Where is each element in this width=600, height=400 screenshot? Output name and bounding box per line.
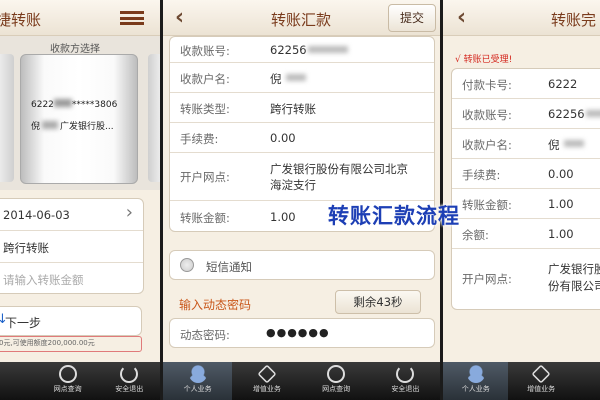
tab-personal[interactable]: 个人业务 bbox=[443, 362, 509, 400]
detail-row: 手续费: 0.00 bbox=[452, 159, 600, 189]
chevron-right-icon: › bbox=[125, 202, 133, 223]
person-icon bbox=[466, 365, 485, 383]
sms-notify[interactable]: 短信通知 bbox=[169, 250, 435, 280]
tab-value-added[interactable]: 增值业务 bbox=[232, 362, 301, 400]
location-icon bbox=[58, 365, 77, 383]
result-details: 付款卡号: 6222 收款账号: 62256 收款户名: 倪 手续费: 0.00… bbox=[451, 68, 600, 310]
payee-selector: 收款方选择 6222 *****3806 倪广发银行股... bbox=[0, 36, 160, 190]
tab-bar: 个人业务 增值业务 bbox=[443, 362, 600, 400]
tab-value-added[interactable]: 增值业务 bbox=[508, 362, 573, 400]
next-button[interactable]: ↓ 下一步 bbox=[0, 306, 142, 336]
transfer-type: 跨行转账 bbox=[3, 241, 49, 255]
detail-row: 手续费: 0.00 bbox=[170, 123, 434, 153]
navbar: 捷转账 bbox=[0, 0, 160, 36]
cube-icon bbox=[257, 364, 277, 384]
tab-bar: 个人业务 增值业务 网点查询 安全退出 bbox=[163, 362, 440, 400]
card-holder: 倪广发银行股... bbox=[31, 121, 114, 132]
location-icon bbox=[327, 365, 346, 383]
detail-row: 收款户名: 倪 bbox=[452, 129, 600, 159]
detail-row: 收款账号: 62256 bbox=[452, 99, 600, 129]
navbar: ‹ 转账完 bbox=[443, 0, 600, 36]
tab-logout[interactable]: 安全退出 bbox=[371, 362, 440, 400]
detail-row: 收款账号: 62256 bbox=[170, 37, 434, 63]
power-icon bbox=[396, 365, 415, 383]
amount-row[interactable]: 请输入转账金额 bbox=[0, 263, 143, 293]
next-button-label: 下一步 bbox=[5, 316, 42, 330]
accepted-notice: √ 转账已受理! bbox=[455, 55, 513, 65]
otp-input[interactable]: ●●●●●● bbox=[266, 326, 330, 339]
otp-field[interactable]: 动态密码: ●●●●●● bbox=[169, 318, 435, 348]
payee-selector-title: 收款方选择 bbox=[50, 44, 100, 55]
otp-label: 动态密码: bbox=[180, 328, 230, 342]
tab-stub bbox=[0, 362, 37, 400]
date-row[interactable]: 2014-06-03 › bbox=[0, 199, 143, 231]
cube-icon bbox=[531, 364, 551, 384]
otp-countdown[interactable]: 剩余43秒 bbox=[335, 290, 421, 314]
page-title: 捷转账 bbox=[0, 11, 42, 29]
back-icon[interactable]: ‹ bbox=[175, 5, 184, 30]
tab-logout[interactable]: 安全退出 bbox=[98, 362, 160, 400]
menu-icon[interactable] bbox=[120, 11, 144, 25]
detail-row: 余额: 1.00 bbox=[452, 219, 600, 249]
screen-transfer-complete: ‹ 转账完 √ 转账已受理! 付款卡号: 6222 收款账号: 62256 收款… bbox=[443, 0, 600, 400]
sms-label: 短信通知 bbox=[206, 260, 252, 274]
detail-row: 付款卡号: 6222 bbox=[452, 69, 600, 99]
transfer-type-row: 跨行转账 bbox=[0, 231, 143, 263]
person-icon bbox=[188, 365, 207, 383]
otp-title: 输入动态密码 bbox=[179, 298, 252, 312]
tab-branch-lookup[interactable]: 网点查询 bbox=[37, 362, 99, 400]
power-icon bbox=[120, 365, 139, 383]
overlay-caption: 转账汇款流程 bbox=[328, 204, 460, 228]
detail-row: 开户网点: 广发银行股份有限公司北京海淀支行 bbox=[170, 153, 434, 201]
transfer-form: 2014-06-03 › 跨行转账 请输入转账金额 bbox=[0, 198, 144, 294]
page-title: 转账汇款 bbox=[271, 11, 332, 29]
navbar: ‹ 转账汇款 提交 bbox=[163, 0, 440, 36]
page-title: 转账完 bbox=[551, 11, 597, 29]
detail-row: 开户网点: 广发银行股份有限公司北京海淀支行 bbox=[462, 262, 600, 297]
tab-stub bbox=[574, 362, 600, 400]
card-number: 6222 *****3806 bbox=[31, 99, 118, 110]
detail-row: 转账类型: 跨行转账 bbox=[170, 93, 434, 123]
tab-bar: 网点查询 安全退出 bbox=[0, 362, 160, 400]
sms-checkbox[interactable] bbox=[180, 258, 194, 272]
amount-input[interactable]: 请输入转账金额 bbox=[3, 272, 84, 288]
limit-note: 0元,可使用额度200,000.00元 bbox=[0, 336, 142, 352]
payee-card-next[interactable] bbox=[148, 54, 160, 182]
tab-personal[interactable]: 个人业务 bbox=[163, 362, 233, 400]
detail-row: 转账金额: 1.00 bbox=[452, 189, 600, 219]
back-icon[interactable]: ‹ bbox=[457, 5, 466, 30]
payee-card[interactable]: 6222 *****3806 倪广发银行股... bbox=[20, 54, 138, 184]
tab-branch-lookup[interactable]: 网点查询 bbox=[302, 362, 371, 400]
date-value: 2014-06-03 bbox=[3, 208, 70, 222]
payee-card-prev[interactable] bbox=[0, 54, 14, 182]
detail-row: 收款户名: 倪 bbox=[170, 63, 434, 93]
submit-button[interactable]: 提交 bbox=[388, 4, 436, 32]
screen-quick-transfer: 捷转账 收款方选择 6222 *****3806 倪广发银行股... 2014-0… bbox=[0, 0, 160, 400]
